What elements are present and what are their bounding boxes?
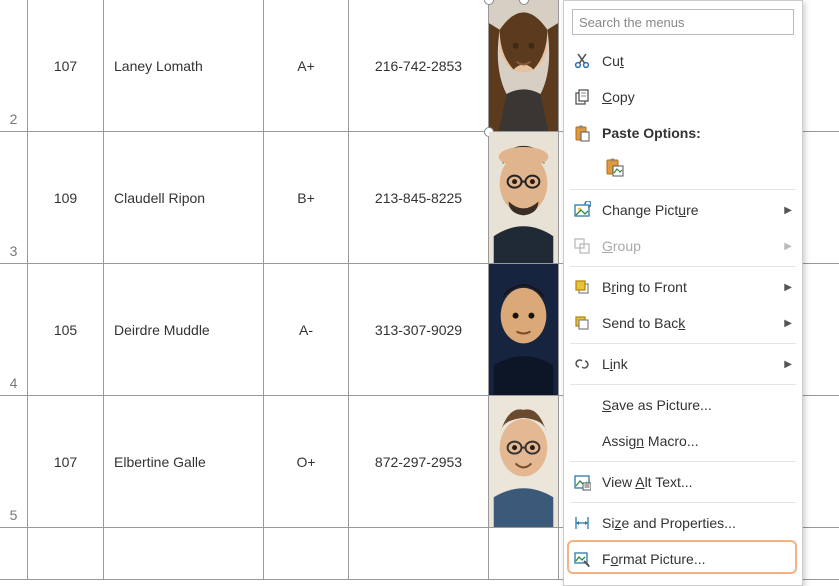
- cut-icon: [572, 51, 592, 71]
- row-header[interactable]: 2: [0, 0, 28, 131]
- blank-icon: [572, 431, 592, 451]
- cell-phone[interactable]: 213-845-8225: [349, 132, 489, 263]
- menu-separator: [570, 189, 796, 190]
- cell-name[interactable]: Elbertine Galle: [104, 396, 264, 527]
- menu-label: Paste Options:: [602, 125, 792, 141]
- cell-phone[interactable]: 872-297-2953: [349, 396, 489, 527]
- menu-label: Change Picture: [602, 202, 778, 218]
- cell-id[interactable]: 107: [28, 396, 104, 527]
- menu-item-view-alt-text[interactable]: View Alt Text...: [564, 464, 802, 500]
- alt-text-icon: [572, 472, 592, 492]
- menu-search: [572, 9, 794, 35]
- group-icon: [572, 236, 592, 256]
- paste-options-row: [564, 151, 802, 187]
- cell-phone[interactable]: 216-742-2853: [349, 0, 489, 131]
- blank-icon: [572, 395, 592, 415]
- person-photo: [489, 264, 558, 395]
- menu-separator: [570, 502, 796, 503]
- cell-photo[interactable]: [489, 264, 559, 395]
- menu-item-save-as-picture[interactable]: Save as Picture...: [564, 387, 802, 423]
- copy-icon: [572, 87, 592, 107]
- chevron-right-icon: ▶: [784, 359, 792, 370]
- menu-separator: [570, 384, 796, 385]
- menu-label: Assign Macro...: [602, 433, 792, 449]
- menu-label: View Alt Text...: [602, 474, 792, 490]
- cell-photo[interactable]: [489, 0, 559, 131]
- cell[interactable]: [104, 528, 264, 579]
- menu-label: Link: [602, 356, 778, 372]
- menu-separator: [570, 461, 796, 462]
- cell-id[interactable]: 105: [28, 264, 104, 395]
- paste-option-button[interactable]: [602, 155, 628, 181]
- row-header[interactable]: 5: [0, 396, 28, 527]
- menu-item-cut[interactable]: Cut: [564, 43, 802, 79]
- menu-label: Send to Back: [602, 315, 778, 331]
- cell-phone[interactable]: 313-307-9029: [349, 264, 489, 395]
- cell-id[interactable]: 107: [28, 0, 104, 131]
- menu-item-assign-macro[interactable]: Assign Macro...: [564, 423, 802, 459]
- menu-search-input[interactable]: [572, 9, 794, 35]
- menu-separator: [570, 343, 796, 344]
- menu-item-copy[interactable]: Copy: [564, 79, 802, 115]
- cell-id[interactable]: 109: [28, 132, 104, 263]
- menu-item-change-picture[interactable]: Change Picture ▶: [564, 192, 802, 228]
- menu-label: Size and Properties...: [602, 515, 792, 531]
- cell-name[interactable]: Claudell Ripon: [104, 132, 264, 263]
- person-photo: [489, 0, 558, 131]
- menu-label: Save as Picture...: [602, 397, 792, 413]
- menu-item-bring-to-front[interactable]: Bring to Front ▶: [564, 269, 802, 305]
- row-header[interactable]: 3: [0, 132, 28, 263]
- menu-item-send-to-back[interactable]: Send to Back ▶: [564, 305, 802, 341]
- chevron-right-icon: ▶: [784, 241, 792, 252]
- menu-label: Format Picture...: [602, 551, 792, 567]
- bring-to-front-icon: [572, 277, 592, 297]
- send-to-back-icon: [572, 313, 592, 333]
- row-header[interactable]: 4: [0, 264, 28, 395]
- menu-separator: [570, 266, 796, 267]
- cell-grade[interactable]: A-: [264, 264, 349, 395]
- cell-name[interactable]: Laney Lomath: [104, 0, 264, 131]
- context-menu: Cut Copy Paste Options: Change Picture ▶…: [563, 0, 803, 586]
- menu-item-link[interactable]: Link ▶: [564, 346, 802, 382]
- cell[interactable]: [489, 528, 559, 579]
- chevron-right-icon: ▶: [784, 282, 792, 293]
- menu-item-group: Group ▶: [564, 228, 802, 264]
- menu-label: Bring to Front: [602, 279, 778, 295]
- menu-label: Copy: [602, 89, 792, 105]
- menu-label: Group: [602, 238, 778, 254]
- format-picture-icon: [572, 549, 592, 569]
- chevron-right-icon: ▶: [784, 318, 792, 329]
- change-picture-icon: [572, 200, 592, 220]
- cell-name[interactable]: Deirdre Muddle: [104, 264, 264, 395]
- link-icon: [572, 354, 592, 374]
- person-photo: [489, 396, 558, 527]
- cell[interactable]: [264, 528, 349, 579]
- cell[interactable]: [349, 528, 489, 579]
- menu-item-format-picture[interactable]: Format Picture...: [564, 541, 802, 577]
- paste-picture-icon: [605, 158, 625, 178]
- size-icon: [572, 513, 592, 533]
- cell-grade[interactable]: B+: [264, 132, 349, 263]
- cell[interactable]: [28, 528, 104, 579]
- menu-item-size-and-properties[interactable]: Size and Properties...: [564, 505, 802, 541]
- menu-label: Cut: [602, 53, 792, 69]
- menu-item-paste-options: Paste Options:: [564, 115, 802, 151]
- paste-icon: [572, 123, 592, 143]
- cell-photo[interactable]: [489, 396, 559, 527]
- cell-photo[interactable]: [489, 132, 559, 263]
- chevron-right-icon: ▶: [784, 205, 792, 216]
- row-header[interactable]: [0, 528, 28, 579]
- cell-grade[interactable]: A+: [264, 0, 349, 131]
- cell-grade[interactable]: O+: [264, 396, 349, 527]
- person-photo: [489, 132, 558, 263]
